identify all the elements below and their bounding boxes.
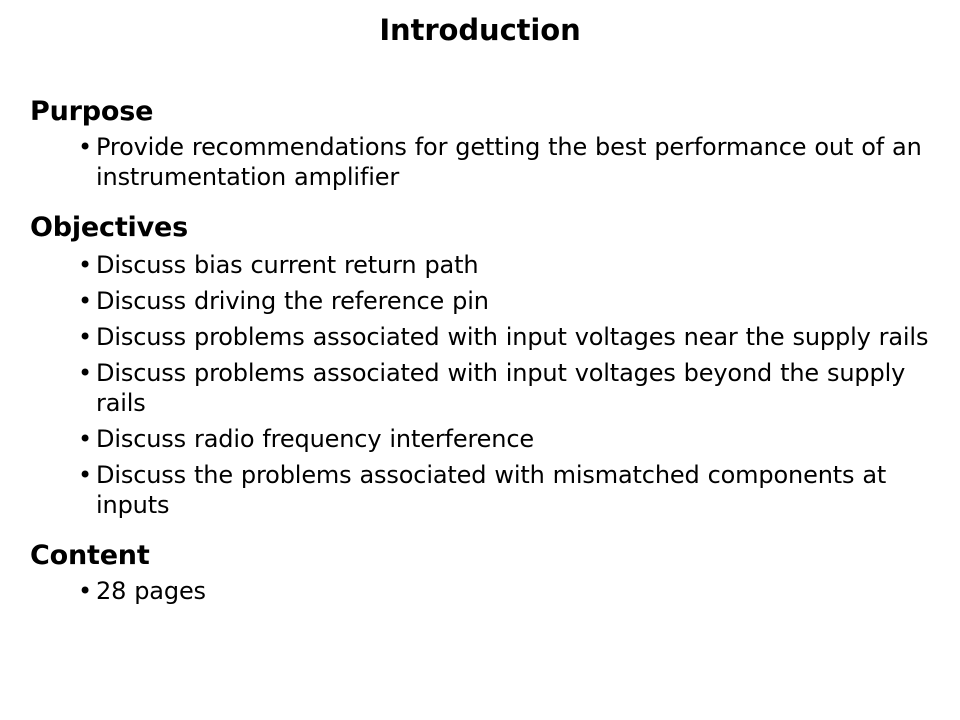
list-item-text: Discuss the problems associated with mis…	[96, 460, 887, 519]
list-item: • Discuss problems associated with input…	[30, 322, 930, 352]
section-purpose: Purpose • Provide recommendations for ge…	[30, 96, 930, 192]
list-item: • Provide recommendations for getting th…	[30, 132, 930, 192]
section-heading-purpose: Purpose	[30, 96, 154, 127]
list-item-text: Discuss radio frequency interference	[96, 424, 535, 453]
bullet-dot-icon: •	[78, 576, 93, 605]
list-item: • Discuss driving the reference pin	[30, 286, 930, 316]
list-item-text: Discuss bias current return path	[96, 250, 479, 279]
bullet-dot-icon: •	[78, 250, 93, 279]
list-item: • Discuss radio frequency interference	[30, 424, 930, 454]
bullet-dot-icon: •	[78, 358, 93, 387]
section-heading-content: Content	[30, 539, 150, 571]
page-title: Introduction	[379, 13, 581, 47]
list-item-text: Discuss problems associated with input v…	[96, 358, 906, 417]
list-item-text: Discuss problems associated with input v…	[96, 322, 929, 351]
section-objectives: Objectives • Discuss bias current return…	[30, 212, 930, 520]
bullet-dot-icon: •	[78, 322, 93, 351]
section-heading-objectives: Objectives	[30, 211, 188, 243]
list-item: • Discuss bias current return path	[30, 250, 930, 280]
bullet-dot-icon: •	[78, 460, 93, 489]
bullet-list-objectives: • Discuss bias current return path • Dis…	[30, 250, 930, 520]
bullet-dot-icon: •	[78, 132, 93, 161]
list-item-text: Provide recommendations for getting the …	[96, 132, 922, 191]
list-item: • 28 pages	[30, 576, 930, 606]
bullet-dot-icon: •	[78, 424, 93, 453]
list-item-text: Discuss driving the reference pin	[96, 286, 489, 315]
slide: Introduction Purpose • Provide recommend…	[0, 0, 960, 720]
bullet-dot-icon: •	[78, 286, 93, 315]
list-item-text: 28 pages	[96, 576, 206, 605]
bullet-list-purpose: • Provide recommendations for getting th…	[30, 132, 930, 192]
bullet-list-content: • 28 pages	[30, 576, 930, 606]
list-item: • Discuss problems associated with input…	[30, 358, 930, 418]
list-item: • Discuss the problems associated with m…	[30, 460, 930, 520]
section-content: Content • 28 pages	[30, 540, 930, 606]
slide-body: Purpose • Provide recommendations for ge…	[30, 96, 930, 606]
